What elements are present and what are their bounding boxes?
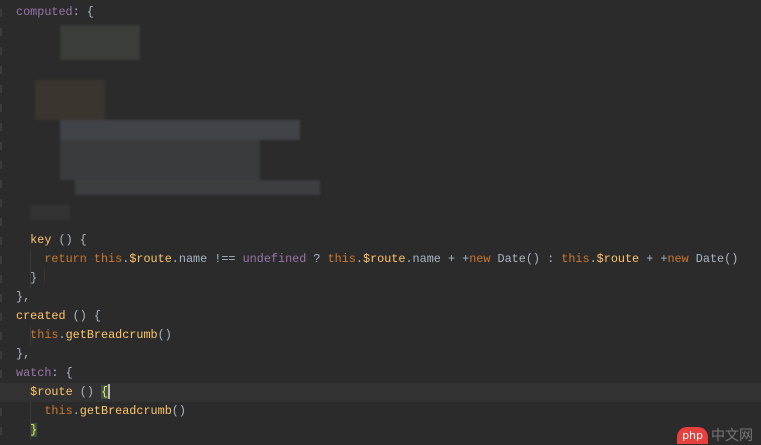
code-line[interactable]: }, [0,288,761,307]
code-token: }, [16,290,31,304]
code-token: computed [16,5,73,19]
code-token: return [44,252,94,266]
code-token: this [93,252,123,266]
code-token: new [667,252,696,266]
code-token: .name !== [171,252,243,266]
indent-guide [30,402,31,440]
code-token: : { [72,5,94,19]
code-token: + + [639,252,668,266]
code-token: getBreadcrumb [79,404,172,418]
code-token: $route [362,252,406,266]
code-token: this [327,252,356,266]
code-line[interactable]: key () { [0,231,761,250]
indent-guide [44,269,45,282]
code-token: new [469,252,498,266]
code-token: : { [51,366,73,380]
code-token: () { [51,233,87,247]
code-line[interactable]: created () { [0,307,761,326]
code-token: . [355,252,363,266]
code-line[interactable]: this.getBreadcrumb() [0,326,761,345]
code-token: this [30,328,59,342]
code-token: this [44,404,73,418]
watermark-text: 中文网 [711,428,753,444]
code-token: . [72,404,80,418]
code-token: } [16,271,38,285]
code-token: .name + + [405,252,470,266]
code-token: undefined [242,252,307,266]
code-token: Date() [695,252,739,266]
code-line[interactable]: watch: { [0,364,761,383]
code-token: watch [16,366,52,380]
indent-guide [30,326,31,345]
watermark: php 中文网 [677,425,753,445]
code-token: () [171,404,186,418]
code-token: getBreadcrumb [65,328,158,342]
text-caret [108,384,111,400]
code-token: . [589,252,597,266]
code-token: $route [30,385,73,399]
code-token: }, [16,347,31,361]
code-line[interactable]: }, [0,345,761,364]
code-token: () { [65,309,101,323]
code-token: this [561,252,590,266]
code-line[interactable]: this.getBreadcrumb() [0,402,761,421]
code-token: ? [306,252,328,266]
blurred-code-region [20,20,330,220]
code-line[interactable]: return this.$route.name !== undefined ? … [0,250,761,269]
code-token: { [100,385,109,399]
code-token: . [58,328,66,342]
code-token: created [16,309,66,323]
indent-guide [30,250,31,288]
code-token: } [30,423,38,437]
code-token: $route [129,252,172,266]
code-token: () [72,385,101,399]
code-line[interactable]: } [0,421,761,440]
code-token: key [30,233,52,247]
code-token: () [157,328,172,342]
watermark-logo: php [677,426,708,444]
code-token: Date() : [497,252,562,266]
code-line[interactable]: } [0,269,761,288]
code-line[interactable]: $route () { [0,383,761,402]
code-token: $route [596,252,640,266]
